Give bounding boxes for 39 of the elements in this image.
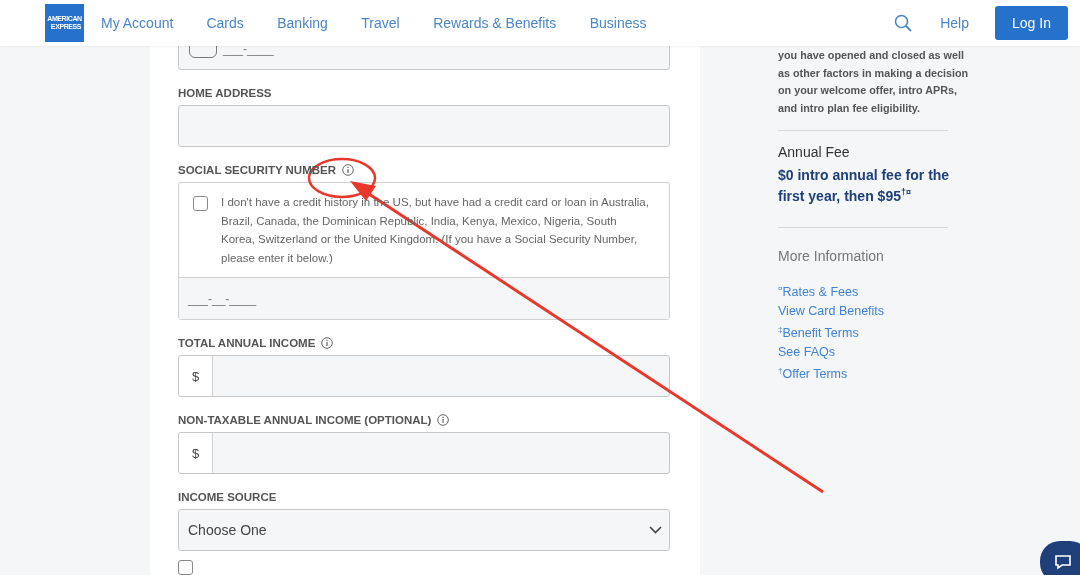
disclaimer-text: you have opened and closed as well as other factors in making a decision on your welcome offer, intro APRs, and intro plan fee eligibility. [778,48,970,117]
info-link[interactable]: $^{‡}$Benefit Terms [778,321,859,343]
info-icon[interactable] [321,337,334,349]
nav-link[interactable]: Cards [206,15,244,31]
field-label: NON-TAXABLE ANNUAL INCOME (OPTIONAL) [178,414,432,426]
fee-text: $0 intro annual fee for the first year, then $95$^{†¤}$ [778,166,951,205]
chevron-down-icon [649,526,662,534]
login-button[interactable]: Log In [995,6,1068,40]
info-link[interactable]: $^{†}$Offer Terms [778,361,848,384]
nav-link[interactable]: Banking [277,15,328,31]
placeholder-text: ___-____ [223,46,274,56]
field-label: TOTAL ANNUAL INCOME [178,337,316,349]
nav-link[interactable]: Rewards & Benefits [433,15,557,31]
text-field[interactable] [178,105,670,147]
checkbox[interactable] [193,196,208,211]
phone-field[interactable]: ___-____ [178,46,670,70]
field-label: INCOME SOURCE [178,491,277,503]
search-icon[interactable] [894,14,913,32]
section-heading: Annual Fee [778,143,851,160]
info-link[interactable]: $^{¤}$Rates & Fees [778,280,859,303]
chat-icon [1054,554,1072,570]
placeholder-text: ___-__-____ [188,291,257,306]
field-label: HOME ADDRESS [178,87,272,99]
currency-prefix: $ [179,433,213,473]
info-link[interactable]: See FAQs [778,342,835,362]
nav-link[interactable]: Business [589,15,647,31]
info-icon[interactable] [437,414,450,426]
currency-prefix: $ [179,356,213,396]
nav-link[interactable]: My Account [101,15,174,31]
ssn-field[interactable]: ___-__-____ [179,277,669,319]
currency-field[interactable]: $ [178,432,670,474]
section-heading: More Information [778,248,885,265]
info-icon[interactable] [342,164,355,176]
nav-link[interactable]: Travel [361,15,400,31]
checkbox[interactable] [178,560,193,575]
income-source-select[interactable]: Choose One [178,509,670,551]
info-link[interactable]: View Card Benefits [778,302,885,322]
currency-field[interactable]: $ [178,355,670,397]
help-link[interactable]: Help [940,15,969,31]
